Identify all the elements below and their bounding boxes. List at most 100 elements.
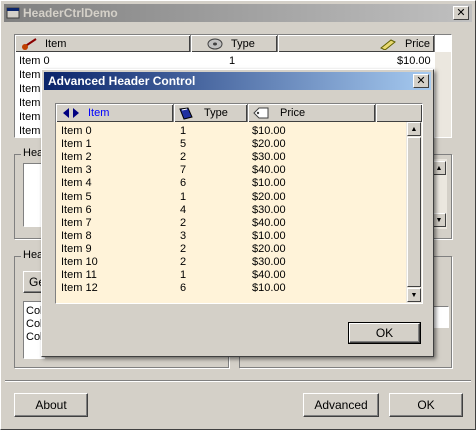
row-item: Item 0 xyxy=(61,125,92,137)
advanced-button[interactable]: Advanced xyxy=(303,393,379,417)
dialog-ok-button[interactable]: OK xyxy=(348,322,421,344)
main-col-type-label: Type xyxy=(231,37,255,50)
arrow-up-icon: ▲ xyxy=(435,164,443,172)
dialog-col-price-label: Price xyxy=(280,107,306,119)
row-type: 2 xyxy=(180,242,187,255)
main-list-scrollbar[interactable] xyxy=(435,52,451,137)
table-row[interactable]: Item 10 2 $30.00 xyxy=(56,256,406,269)
main-ok-button[interactable]: OK xyxy=(389,393,463,417)
dialog-list[interactable]: Item Type Price Item 0 1 $10.00 Item 1 5 $20.… xyxy=(55,103,423,304)
row-price: $40.00 xyxy=(252,164,286,177)
main-list-row[interactable]: Item 0 1 $10.00 xyxy=(15,55,435,68)
row-item: Item 7 xyxy=(61,216,92,229)
separator xyxy=(5,380,471,382)
dialog-col-type-label: Type xyxy=(204,107,228,119)
table-row[interactable]: Item 7 2 $40.00 xyxy=(56,217,406,230)
main-col-price[interactable]: Price xyxy=(278,35,435,52)
main-title-bar[interactable]: HeaderCtrlDemo xyxy=(4,4,472,22)
dialog-list-body: Item 0 1 $10.00 Item 1 5 $20.00 Item 2 2 $30.00 I… xyxy=(56,122,406,303)
table-row[interactable]: Item 4 6 $10.00 xyxy=(56,177,406,190)
main-row-item: Item xyxy=(19,69,41,81)
scroll-down-button[interactable]: ▼ xyxy=(407,288,421,302)
row-type: 3 xyxy=(180,229,187,242)
dialog-list-scrollbar[interactable]: ▲ ▼ xyxy=(406,122,422,303)
row-price: $20.00 xyxy=(252,190,286,203)
table-row[interactable]: Item 9 2 $20.00 xyxy=(56,243,406,256)
row-item: Item 10 xyxy=(61,256,98,268)
row-type: 2 xyxy=(180,216,187,229)
main-window-title: HeaderCtrlDemo xyxy=(23,6,118,20)
main-ok-button-label: OK xyxy=(417,398,435,412)
arrow-down-icon: ▼ xyxy=(410,291,418,299)
table-row[interactable]: Item 0 1 $10.00 xyxy=(56,125,406,138)
scroll-thumb[interactable] xyxy=(407,137,421,287)
main-row-item: Item xyxy=(19,97,41,109)
dialog-close-button[interactable]: ✕ xyxy=(413,74,429,88)
close-icon: ✕ xyxy=(416,74,426,87)
dialog-col-type[interactable]: Type xyxy=(174,104,248,122)
tag-icon xyxy=(252,107,270,119)
group-box-1-field[interactable] xyxy=(23,163,43,227)
dialog-col-filler xyxy=(376,104,422,122)
row-price: $20.00 xyxy=(252,138,286,151)
scroll-up-button[interactable]: ▲ xyxy=(432,161,446,175)
row-price: $10.00 xyxy=(252,282,286,295)
main-col-price-label: Price xyxy=(404,37,430,50)
row-type: 4 xyxy=(180,203,187,216)
main-list-row[interactable]: Item xyxy=(15,69,43,82)
table-row[interactable]: Item 6 4 $30.00 xyxy=(56,204,406,217)
main-list-row[interactable]: Item xyxy=(15,97,43,110)
main-col-type[interactable]: Type xyxy=(191,35,278,52)
row-type: 2 xyxy=(180,256,187,268)
main-row-price: $10.00 xyxy=(397,55,431,67)
row-item: Item 5 xyxy=(61,190,92,203)
table-row[interactable]: Item 5 1 $20.00 xyxy=(56,191,406,204)
main-list-row[interactable]: Item xyxy=(15,111,43,124)
table-row[interactable]: Item 11 1 $40.00 xyxy=(56,269,406,282)
table-row[interactable]: Item 8 3 $10.00 xyxy=(56,230,406,243)
table-row[interactable]: Item 1 5 $20.00 xyxy=(56,138,406,151)
row-type: 5 xyxy=(180,138,187,151)
row-price: $40.00 xyxy=(252,269,286,282)
about-button-label: About xyxy=(35,398,67,412)
main-list-row[interactable]: Item xyxy=(15,83,43,96)
row-item: Item 2 xyxy=(61,151,92,164)
row-price: $30.00 xyxy=(252,203,286,216)
dialog-col-item[interactable]: Item xyxy=(56,104,174,122)
main-row-type: 1 xyxy=(229,55,236,67)
pencil-icon xyxy=(379,38,397,50)
row-type: 2 xyxy=(180,151,187,164)
table-row[interactable]: Item 12 6 $10.00 xyxy=(56,282,406,295)
main-row-item: Item 0 xyxy=(19,55,50,67)
book-icon xyxy=(178,106,194,120)
row-type: 6 xyxy=(180,282,187,295)
close-icon: ✕ xyxy=(456,6,466,19)
main-list-row[interactable]: Item xyxy=(15,125,43,138)
main-col-item-label: Item xyxy=(45,37,67,50)
row-type: 1 xyxy=(180,190,187,203)
scroll-up-button[interactable]: ▲ xyxy=(407,122,421,136)
row-price: $10.00 xyxy=(252,125,286,137)
dialog-col-price[interactable]: Price xyxy=(248,104,376,122)
about-button[interactable]: About xyxy=(14,393,88,417)
app-icon xyxy=(6,6,20,20)
row-item: Item 1 xyxy=(61,138,92,151)
row-item: Item 9 xyxy=(61,242,92,255)
table-row[interactable]: Item 3 7 $40.00 xyxy=(56,164,406,177)
arrow-up-icon: ▲ xyxy=(410,125,418,133)
main-col-item[interactable]: Item xyxy=(15,35,191,52)
dialog-ok-button-label: OK xyxy=(375,326,394,340)
row-price: $30.00 xyxy=(252,256,286,268)
row-price: $20.00 xyxy=(252,242,286,255)
disc-icon xyxy=(207,38,223,50)
table-row[interactable]: Item 2 2 $30.00 xyxy=(56,151,406,164)
main-list-header: Item Type Price xyxy=(15,35,451,52)
row-type: 6 xyxy=(180,177,187,190)
row-price: $10.00 xyxy=(252,177,286,190)
dialog-list-header: Item Type Price xyxy=(56,104,422,122)
scroll-down-button[interactable]: ▼ xyxy=(432,213,446,227)
dialog-title-bar[interactable]: Advanced Header Control xyxy=(44,72,431,90)
row-price: $30.00 xyxy=(252,151,286,164)
guitar-icon xyxy=(21,37,39,50)
main-close-button[interactable]: ✕ xyxy=(453,6,469,20)
